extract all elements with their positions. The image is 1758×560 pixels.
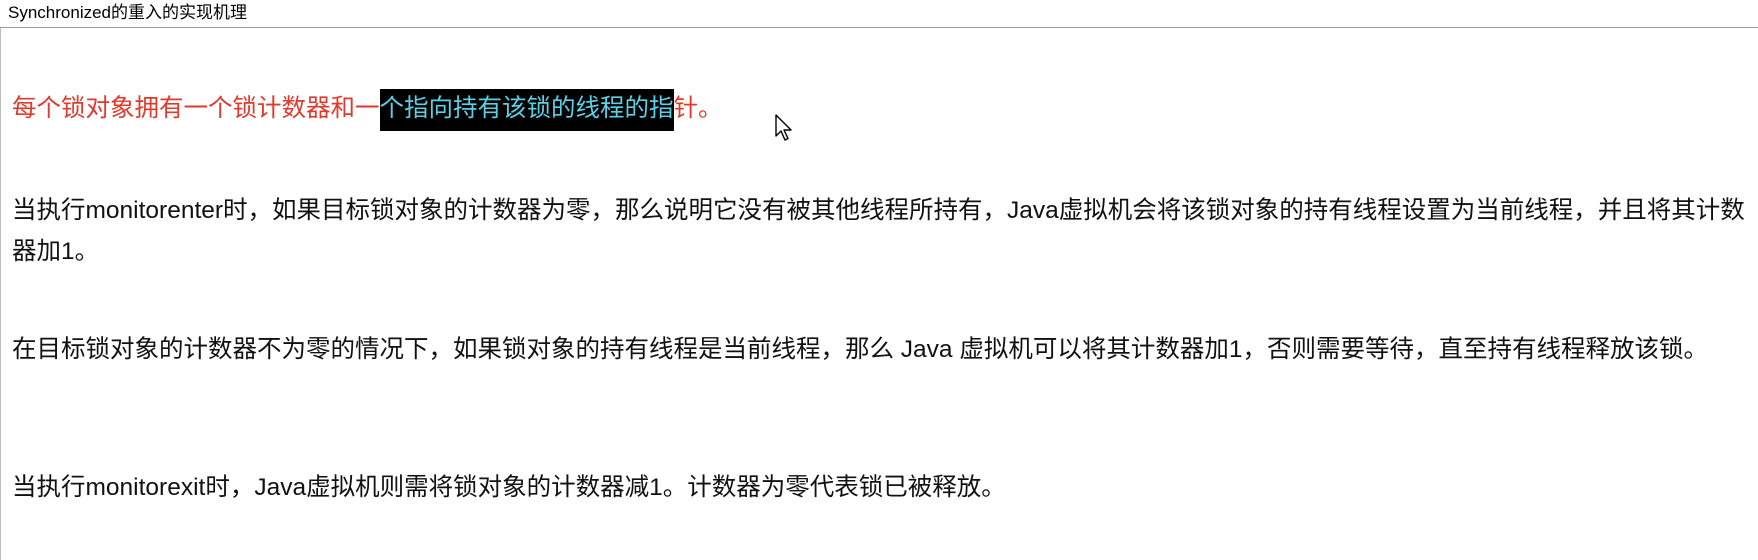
paragraph-monitorexit: 当执行monitorexit时，Java虚拟机则需将锁对象的计数器减1。计数器为… [12, 474, 1006, 501]
paragraph-reentrant: 在目标锁对象的计数器不为零的情况下，如果锁对象的持有线程是当前线程，那么 Jav… [12, 336, 1708, 363]
selected-text[interactable]: 个指向持有该锁的线程的指 [379, 89, 674, 131]
window-title: Synchronized的重入的实现机理 [8, 3, 248, 22]
title-bar: Synchronized的重入的实现机理 [0, 0, 1758, 28]
paragraph-1-text-before: 每个锁对象拥有一个锁计数器和一 [12, 95, 380, 122]
paragraph-monitorenter: 当执行monitorenter时，如果目标锁对象的计数器为零，那么说明它没有被其… [12, 197, 1745, 265]
paragraph-lock-counter: 每个锁对象拥有一个锁计数器和一个指向持有该锁的线程的指针。 [12, 88, 1747, 131]
paragraph-1-text-after: 针。 [673, 95, 723, 122]
document-window: Synchronized的重入的实现机理 每个锁对象拥有一个锁计数器和一个指向持… [0, 0, 1758, 560]
document-body: 每个锁对象拥有一个锁计数器和一个指向持有该锁的线程的指针。 当执行monitor… [0, 28, 1758, 560]
